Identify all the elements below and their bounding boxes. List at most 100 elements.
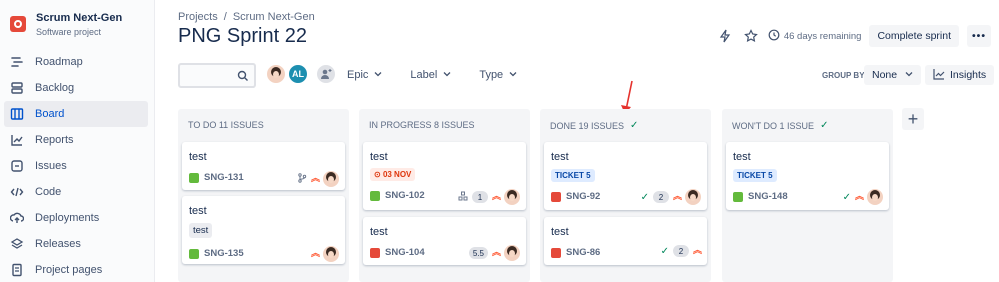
column-title: TO DO 11 ISSUES: [188, 120, 264, 130]
issue-key[interactable]: SNG-135: [204, 248, 244, 259]
sidebar-item-project-pages[interactable]: Project pages: [4, 257, 148, 282]
column-title: WON'T DO 1 ISSUE: [732, 120, 815, 131]
issue-key[interactable]: SNG-92: [566, 191, 600, 202]
label-filter[interactable]: Label: [410, 69, 451, 81]
sidebar-item-label: Issues: [35, 160, 67, 172]
issue-card[interactable]: test TICKET 5 SNG-92 ✓ 2 ︽: [544, 142, 707, 210]
card-footer: SNG-92: [551, 191, 600, 202]
sidebar-item-releases[interactable]: Releases: [4, 231, 148, 257]
issue-card[interactable]: test ⊙ 03 NOV SNG-102 1 ︽: [363, 142, 526, 210]
card-footer: SNG-104: [370, 247, 425, 258]
add-column-button[interactable]: +: [902, 108, 924, 130]
header-actions: 46 days remaining Complete sprint •••: [716, 25, 991, 47]
card-meta: ︽: [311, 246, 339, 262]
check-icon: ✓: [640, 191, 649, 203]
search-input[interactable]: [178, 63, 256, 88]
type-filter[interactable]: Type: [479, 69, 517, 81]
epic-filter[interactable]: Epic: [347, 69, 382, 81]
issue-key[interactable]: SNG-86: [566, 247, 600, 258]
issue-card[interactable]: test SNG-131 ︽: [182, 142, 345, 190]
insights-button[interactable]: Insights: [925, 65, 995, 85]
due-date-badge: ⊙ 03 NOV: [370, 168, 416, 181]
sidebar-item-deployments[interactable]: Deployments: [4, 205, 148, 231]
sidebar-item-code[interactable]: Code: [4, 179, 148, 205]
issue-key[interactable]: SNG-102: [385, 190, 425, 201]
issue-card[interactable]: test SNG-104 5.5 ︽: [363, 217, 526, 265]
card-title: test: [370, 151, 388, 163]
complete-sprint-button[interactable]: Complete sprint: [869, 25, 959, 47]
chevron-down-icon: [905, 69, 913, 81]
project-header[interactable]: Scrum Next-Gen Software project: [10, 12, 122, 37]
card-footer: SNG-86: [551, 247, 600, 258]
priority-high-icon: ︽: [491, 247, 501, 258]
board-column-in-progress: IN PROGRESS 8 ISSUES test ⊙ 03 NOV SNG-1…: [359, 109, 530, 282]
chevron-down-icon: [443, 69, 451, 81]
label-badge: TICKET 5: [551, 169, 595, 182]
chevron-down-icon: [374, 69, 382, 81]
code-icon: [10, 185, 24, 199]
sidebar-item-label: Project pages: [35, 264, 103, 276]
board-column-done: DONE 19 ISSUES ✓ test TICKET 5 SNG-92 ✓ …: [540, 109, 711, 282]
pages-icon: [10, 263, 24, 277]
label-badge: test: [189, 223, 213, 238]
sidebar-item-backlog[interactable]: Backlog: [4, 75, 148, 101]
bug-icon: [370, 247, 380, 258]
chevron-down-icon: [509, 69, 517, 81]
issue-card[interactable]: test test SNG-135 ︽: [182, 196, 345, 264]
check-icon: ✓: [842, 191, 851, 203]
sidebar-item-issues[interactable]: Issues: [4, 153, 148, 179]
clock-icon: [768, 29, 780, 44]
label-badge: TICKET 5: [733, 169, 777, 182]
issue-card[interactable]: test TICKET 5 SNG-148 ✓ ︽: [726, 142, 889, 210]
roadmap-icon: [10, 55, 24, 69]
group-by-label: GROUP BY: [822, 71, 865, 80]
avatar: [685, 189, 701, 205]
breadcrumb-projects[interactable]: Projects: [178, 11, 218, 23]
sidebar-item-board[interactable]: Board: [4, 101, 148, 127]
type-filter-label: Type: [479, 69, 504, 81]
epic-filter-label: Epic: [347, 69, 369, 81]
card-title: test: [551, 226, 569, 238]
card-title: test: [189, 151, 207, 163]
star-icon[interactable]: [742, 27, 760, 45]
assignee-filter: AL: [266, 64, 336, 84]
sidebar-item-label: Code: [35, 186, 62, 198]
search-icon: [237, 69, 249, 81]
board-column-todo: TO DO 11 ISSUES test SNG-131 ︽ test test…: [178, 109, 349, 282]
sidebar-item-reports[interactable]: Reports: [4, 127, 148, 153]
bug-icon: [551, 191, 561, 202]
issue-key[interactable]: SNG-104: [385, 247, 425, 258]
group-by-select[interactable]: None: [864, 65, 922, 85]
avatar: [323, 171, 339, 187]
filter-bar: Epic Label Type: [347, 69, 517, 81]
issue-key[interactable]: SNG-131: [204, 172, 244, 183]
card-meta: ✓ 2 ︽: [660, 245, 702, 257]
story-icon: [370, 190, 380, 201]
card-title: test: [370, 226, 388, 238]
check-icon: ✓: [660, 245, 669, 257]
deployments-icon: [10, 211, 24, 225]
card-meta: ✓ 2 ︽: [641, 189, 701, 205]
avatar[interactable]: [266, 64, 286, 84]
issue-key[interactable]: SNG-148: [748, 191, 788, 202]
label-filter-label: Label: [410, 69, 438, 81]
sidebar-nav: Roadmap Backlog Board Reports Issues Cod…: [4, 49, 148, 282]
priority-high-icon: ︽: [672, 191, 682, 202]
avatar: [867, 189, 883, 205]
more-button[interactable]: •••: [967, 25, 991, 47]
add-person-icon[interactable]: [316, 64, 336, 84]
reports-icon: [10, 133, 24, 147]
avatar: [504, 189, 520, 205]
story-icon: [733, 191, 743, 202]
priority-high-icon: ︽: [310, 248, 320, 259]
breadcrumb-current[interactable]: Scrum Next-Gen: [233, 11, 315, 23]
project-name: Scrum Next-Gen: [36, 12, 123, 24]
avatar-al[interactable]: AL: [288, 64, 308, 84]
priority-high-icon: ︽: [854, 191, 864, 202]
automation-lightning-icon[interactable]: [716, 27, 734, 45]
insights-chart-icon: [933, 68, 945, 83]
sidebar-item-roadmap[interactable]: Roadmap: [4, 49, 148, 75]
insights-label: Insights: [950, 69, 987, 81]
story-icon: [189, 248, 199, 259]
issue-card[interactable]: test SNG-86 ✓ 2 ︽: [544, 217, 707, 265]
